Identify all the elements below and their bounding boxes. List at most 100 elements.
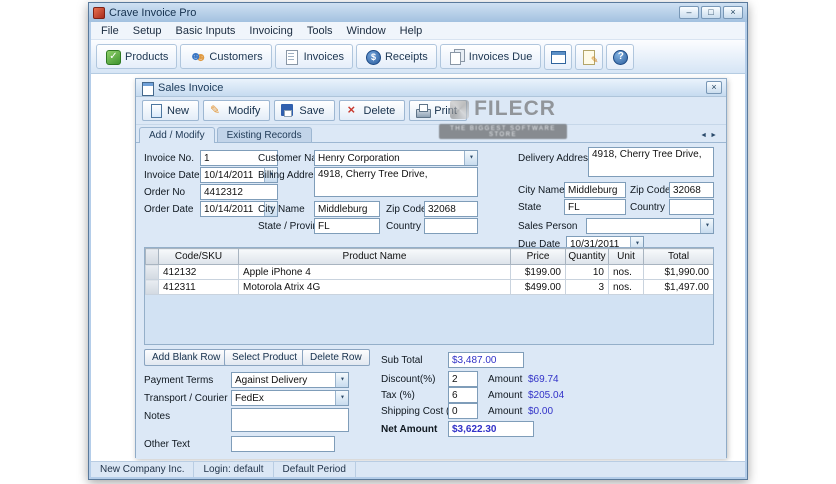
- delete-button-label: Delete: [363, 104, 396, 117]
- menu-setup[interactable]: Setup: [126, 24, 169, 38]
- delete-icon: [345, 102, 360, 118]
- window-body: File Setup Basic Inputs Invoicing Tools …: [91, 22, 745, 477]
- col-total[interactable]: Total: [643, 248, 713, 265]
- delivery-state-field[interactable]: FL: [564, 199, 626, 215]
- receipts-button-label: Receipts: [384, 50, 428, 63]
- cell-product[interactable]: Motorola Atrix 4G: [238, 279, 511, 295]
- col-code-sku[interactable]: Code/SKU: [158, 248, 239, 265]
- delivery-city-field[interactable]: Middleburg: [564, 182, 626, 198]
- menu-file[interactable]: File: [94, 24, 126, 38]
- menu-basic-inputs[interactable]: Basic Inputs: [168, 24, 242, 38]
- net-amount-field[interactable]: $3,622.30: [448, 421, 534, 437]
- new-button-label: New: [167, 104, 190, 117]
- row-selector[interactable]: [145, 279, 159, 295]
- cell-total[interactable]: $1,990.00: [643, 264, 713, 280]
- transport-courier-select[interactable]: FedEx: [231, 390, 349, 406]
- table-row[interactable]: 412311 Motorola Atrix 4G $499.00 3 nos. …: [145, 279, 713, 295]
- sub-total-label: Sub Total: [381, 355, 423, 366]
- menu-help[interactable]: Help: [393, 24, 430, 38]
- help-icon: [612, 49, 629, 65]
- add-blank-row-button[interactable]: Add Blank Row: [144, 349, 229, 366]
- order-no-label: Order No: [144, 187, 186, 198]
- status-login: Login: default: [194, 462, 274, 477]
- delivery-address-label: Delivery Address: [518, 153, 594, 164]
- table-row[interactable]: 412132 Apple iPhone 4 $199.00 10 nos. $1…: [145, 264, 713, 280]
- delete-row-button[interactable]: Delete Row: [302, 349, 370, 366]
- billing-state-field[interactable]: FL: [314, 218, 380, 234]
- tab-scroll-left-icon[interactable]: ◄: [700, 132, 710, 139]
- order-no-field[interactable]: 4412312: [200, 184, 278, 200]
- sales-invoice-window: Sales Invoice × New Modify Save: [135, 78, 727, 459]
- cell-unit[interactable]: nos.: [608, 279, 644, 295]
- save-button[interactable]: Save: [274, 100, 335, 121]
- menu-window[interactable]: Window: [340, 24, 393, 38]
- delivery-zip-label: Zip Code: [630, 185, 671, 196]
- modify-button[interactable]: Modify: [203, 100, 271, 121]
- shipping-amount-label: Amount: [488, 406, 523, 417]
- title-bar[interactable]: Crave Invoice Pro – □ ×: [89, 3, 747, 22]
- col-unit[interactable]: Unit: [608, 248, 644, 265]
- col-price[interactable]: Price: [510, 248, 566, 265]
- cell-price[interactable]: $499.00: [510, 279, 566, 295]
- select-product-button[interactable]: Select Product: [224, 349, 306, 366]
- receipts-button[interactable]: Receipts: [355, 44, 437, 69]
- memo-icon: [581, 49, 598, 66]
- sales-invoice-close-button[interactable]: ×: [706, 81, 722, 94]
- tab-existing-records[interactable]: Existing Records: [216, 127, 312, 142]
- products-button[interactable]: Products: [96, 44, 178, 69]
- menu-invoicing[interactable]: Invoicing: [242, 24, 299, 38]
- app-window: Crave Invoice Pro – □ × File Setup Basic…: [88, 2, 748, 480]
- cell-unit[interactable]: nos.: [608, 264, 644, 280]
- delivery-country-field[interactable]: [669, 199, 714, 215]
- invoices-due-icon: [449, 48, 465, 65]
- cell-quantity[interactable]: 3: [565, 279, 609, 295]
- maximize-button[interactable]: □: [701, 6, 721, 19]
- cell-total[interactable]: $1,497.00: [643, 279, 713, 295]
- close-button[interactable]: ×: [723, 6, 743, 19]
- tax-pct-field[interactable]: 6: [448, 387, 478, 403]
- billing-country-field[interactable]: [424, 218, 478, 234]
- new-button[interactable]: New: [142, 100, 200, 121]
- invoices-due-button[interactable]: Invoices Due: [439, 44, 542, 69]
- net-amount-label: Net Amount: [381, 424, 438, 435]
- sales-person-select[interactable]: [586, 218, 714, 234]
- billing-city-field[interactable]: Middleburg: [314, 201, 380, 217]
- minimize-button[interactable]: –: [679, 6, 699, 19]
- delete-button[interactable]: Delete: [338, 100, 406, 121]
- payment-terms-select[interactable]: Against Delivery: [231, 372, 349, 388]
- billing-address-field[interactable]: 4918, Cherry Tree Drive,: [314, 167, 478, 197]
- delivery-city-label: City Name: [518, 185, 565, 196]
- shipping-pct-field[interactable]: 0: [448, 403, 478, 419]
- col-product-name[interactable]: Product Name: [238, 248, 511, 265]
- sub-total-field[interactable]: $3,487.00: [448, 352, 524, 368]
- delivery-address-field[interactable]: 4918, Cherry Tree Drive,: [588, 147, 714, 177]
- tab-add-modify[interactable]: Add / Modify: [139, 127, 215, 143]
- col-quantity[interactable]: Quantity: [565, 248, 609, 265]
- billing-zip-field[interactable]: 32068: [424, 201, 478, 217]
- menu-tools[interactable]: Tools: [300, 24, 340, 38]
- discount-pct-field[interactable]: 2: [448, 371, 478, 387]
- tab-scroll-right-icon[interactable]: ►: [710, 132, 720, 139]
- cell-code[interactable]: 412311: [158, 279, 239, 295]
- billing-city-label: City Name: [258, 204, 305, 215]
- other-text-field[interactable]: [231, 436, 335, 452]
- invoices-button[interactable]: Invoices: [274, 44, 353, 69]
- sales-invoice-title-bar[interactable]: Sales Invoice ×: [136, 79, 726, 97]
- grid-view-button[interactable]: [544, 43, 573, 70]
- customers-button-label: Customers: [209, 50, 263, 63]
- cell-product[interactable]: Apple iPhone 4: [238, 264, 511, 280]
- tab-scroll-arrows: ◄►: [700, 132, 720, 139]
- payment-terms-label: Payment Terms: [144, 375, 214, 386]
- print-button[interactable]: Print: [409, 100, 467, 121]
- help-button[interactable]: [606, 43, 635, 70]
- cell-price[interactable]: $199.00: [510, 264, 566, 280]
- cell-code[interactable]: 412132: [158, 264, 239, 280]
- customers-button[interactable]: Customers: [180, 44, 272, 69]
- cell-quantity[interactable]: 10: [565, 264, 609, 280]
- notes-field[interactable]: [231, 408, 349, 432]
- delivery-zip-field[interactable]: 32068: [669, 182, 714, 198]
- row-selector[interactable]: [145, 264, 159, 280]
- memo-button[interactable]: [575, 43, 604, 70]
- customer-name-select[interactable]: Henry Corporation: [314, 150, 478, 166]
- status-period: Default Period: [274, 462, 356, 477]
